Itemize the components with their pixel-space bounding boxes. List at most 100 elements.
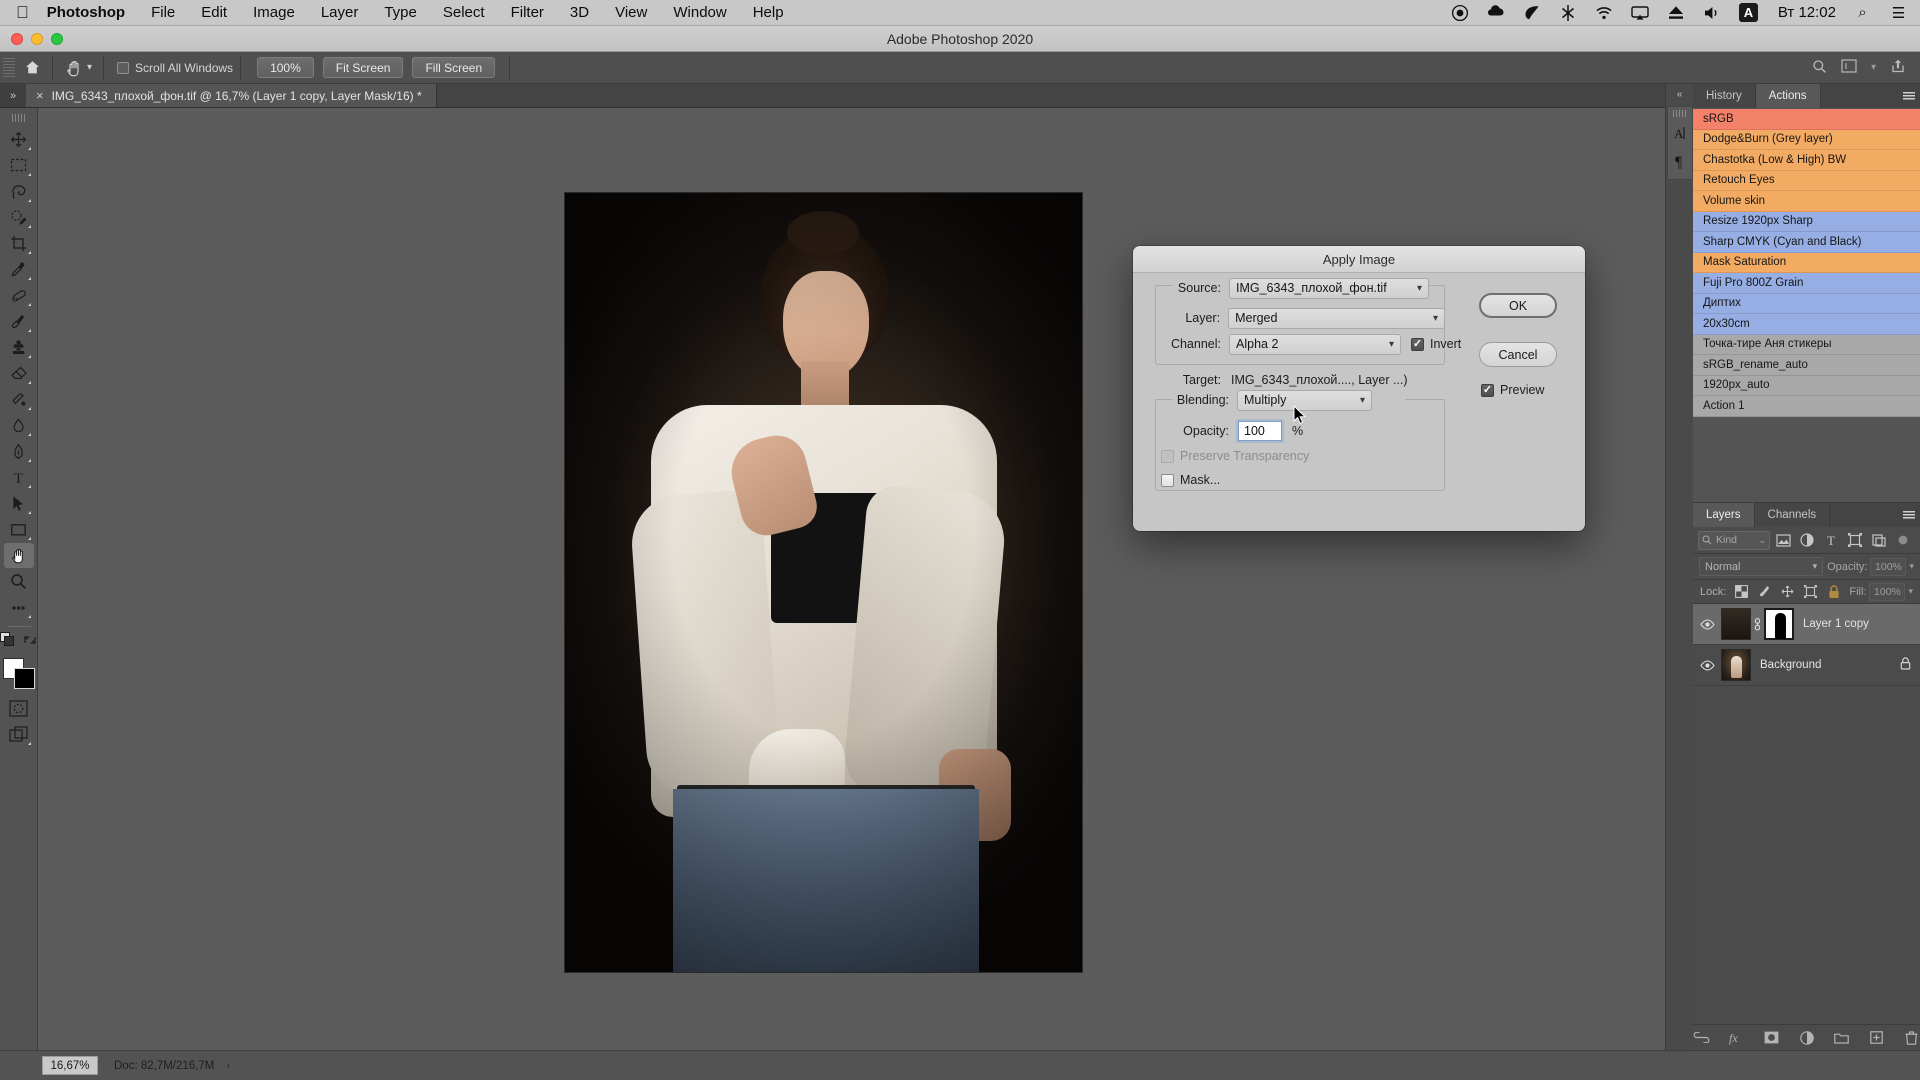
workspace-icon[interactable] bbox=[1841, 59, 1857, 76]
healing-brush-tool[interactable] bbox=[4, 283, 34, 308]
options-bar-grip[interactable] bbox=[3, 56, 15, 79]
link-layers-icon[interactable] bbox=[1693, 1029, 1710, 1047]
document-image[interactable] bbox=[565, 193, 1082, 972]
zoom-button-100[interactable]: 100% bbox=[257, 57, 314, 78]
lock-transparent-pixels-icon[interactable] bbox=[1734, 585, 1749, 598]
quick-selection-tool[interactable] bbox=[4, 205, 34, 230]
screen-record-icon[interactable] bbox=[1451, 3, 1470, 22]
layer-row[interactable]: Background bbox=[1693, 645, 1920, 686]
tab-channels[interactable]: Channels bbox=[1754, 503, 1831, 527]
eject-icon[interactable] bbox=[1667, 3, 1686, 22]
background-color-swatch[interactable] bbox=[13, 668, 35, 689]
layer-row[interactable]: Layer 1 copy bbox=[1693, 604, 1920, 645]
filter-smart-object-icon[interactable] bbox=[1868, 530, 1890, 550]
layer-visibility-icon[interactable] bbox=[1693, 618, 1721, 630]
link-mask-icon[interactable] bbox=[1751, 617, 1764, 631]
action-item[interactable]: Dodge&Burn (Grey layer) bbox=[1693, 129, 1920, 150]
preview-checkbox[interactable]: Preview bbox=[1481, 383, 1544, 397]
layer-visibility-icon[interactable] bbox=[1693, 659, 1721, 671]
expand-panels-icon[interactable]: « bbox=[1677, 84, 1683, 106]
filter-toggle-icon[interactable] bbox=[1892, 530, 1914, 550]
menu-item-layer[interactable]: Layer bbox=[321, 4, 359, 21]
menu-item-3d[interactable]: 3D bbox=[570, 4, 589, 21]
cancel-button[interactable]: Cancel bbox=[1479, 342, 1557, 367]
control-center-icon[interactable]: ☰ bbox=[1889, 3, 1908, 22]
panel-grip[interactable] bbox=[1672, 110, 1687, 117]
wifi-icon[interactable] bbox=[1595, 3, 1614, 22]
character-panel-icon[interactable]: A bbox=[1668, 119, 1692, 147]
collapse-panels-icon[interactable]: » bbox=[0, 84, 26, 107]
path-selection-tool[interactable] bbox=[4, 491, 34, 516]
status-menu-arrow-icon[interactable]: › bbox=[226, 1060, 230, 1072]
crop-tool[interactable] bbox=[4, 231, 34, 256]
paragraph-panel-icon[interactable]: ¶ bbox=[1668, 147, 1692, 175]
action-item[interactable]: Fuji Pro 800Z Grain bbox=[1693, 273, 1920, 294]
action-item[interactable]: Resize 1920px Sharp bbox=[1693, 211, 1920, 232]
menu-item-help[interactable]: Help bbox=[753, 4, 784, 21]
airplay-icon[interactable] bbox=[1631, 3, 1650, 22]
mask-checkbox[interactable]: Mask... bbox=[1161, 473, 1220, 487]
clone-stamp-tool[interactable] bbox=[4, 335, 34, 360]
channel-select[interactable]: Alpha 2 ▾ bbox=[1229, 333, 1401, 355]
action-item[interactable]: Retouch Eyes bbox=[1693, 170, 1920, 191]
pen-tool[interactable] bbox=[4, 439, 34, 464]
layer-select[interactable]: Merged ▾ bbox=[1228, 307, 1445, 329]
action-item[interactable]: Chastotka (Low & High) BW bbox=[1693, 150, 1920, 171]
chevron-down-icon[interactable]: ▾ bbox=[1871, 62, 1876, 73]
panel-menu-icon[interactable] bbox=[1898, 84, 1920, 108]
lasso-tool[interactable] bbox=[4, 179, 34, 204]
menu-item-select[interactable]: Select bbox=[443, 4, 485, 21]
search-icon[interactable] bbox=[1812, 59, 1827, 77]
zoom-button-fit-screen[interactable]: Fit Screen bbox=[322, 57, 404, 78]
rectangle-tool[interactable] bbox=[4, 517, 34, 542]
layer-list[interactable]: Layer 1 copy Background bbox=[1693, 604, 1920, 1024]
rectangular-marquee-tool[interactable] bbox=[4, 153, 34, 178]
opacity-input[interactable]: 100 bbox=[1238, 421, 1282, 441]
blur-tool[interactable] bbox=[4, 413, 34, 438]
color-swatches[interactable] bbox=[2, 658, 36, 690]
action-item[interactable]: Action 1 bbox=[1693, 396, 1920, 417]
action-item[interactable]: Точка-тире Аня стикеры bbox=[1693, 334, 1920, 355]
invert-checkbox[interactable]: Invert bbox=[1411, 337, 1461, 351]
action-item[interactable]: sRGB_rename_auto bbox=[1693, 355, 1920, 376]
fill-value[interactable]: 100% bbox=[1869, 582, 1906, 601]
filter-shape-icon[interactable] bbox=[1844, 530, 1866, 550]
spotlight-search-icon[interactable]: ⌕ bbox=[1853, 3, 1872, 22]
creative-cloud-icon[interactable] bbox=[1487, 3, 1506, 22]
actions-list[interactable]: sRGB Dodge&Burn (Grey layer) Chastotka (Lo… bbox=[1693, 108, 1920, 503]
leaf-icon[interactable] bbox=[1523, 3, 1542, 22]
apple-menu-icon[interactable]:  bbox=[16, 4, 29, 21]
bluetooth-mouse-icon[interactable] bbox=[1559, 3, 1578, 22]
action-item[interactable]: 1920px_auto bbox=[1693, 375, 1920, 396]
eraser-tool[interactable] bbox=[4, 361, 34, 386]
brush-tool[interactable] bbox=[4, 309, 34, 334]
new-layer-icon[interactable] bbox=[1868, 1029, 1885, 1047]
menu-item-file[interactable]: File bbox=[151, 4, 175, 21]
lock-image-pixels-icon[interactable] bbox=[1757, 585, 1772, 598]
action-item[interactable]: Volume skin bbox=[1693, 191, 1920, 212]
tab-history[interactable]: History bbox=[1693, 84, 1756, 108]
lock-artboard-icon[interactable] bbox=[1803, 585, 1818, 598]
close-icon[interactable]: × bbox=[36, 88, 44, 103]
filter-pixel-icon[interactable] bbox=[1772, 530, 1794, 550]
opacity-value[interactable]: 100% bbox=[1870, 557, 1907, 576]
source-select[interactable]: IMG_6343_плохой_фон.tif ▾ bbox=[1229, 277, 1429, 299]
document-tab[interactable]: × IMG_6343_плохой_фон.tif @ 16,7% (Layer… bbox=[26, 84, 437, 107]
type-tool[interactable]: T bbox=[4, 465, 34, 490]
quick-mask-color-icon[interactable] bbox=[0, 632, 15, 652]
eyedropper-tool[interactable] bbox=[4, 257, 34, 282]
filter-type-icon[interactable]: T bbox=[1820, 530, 1842, 550]
action-item[interactable]: Mask Saturation bbox=[1693, 252, 1920, 273]
new-adjustment-layer-icon[interactable] bbox=[1798, 1029, 1815, 1047]
edit-toolbar-tool[interactable] bbox=[4, 595, 34, 620]
menu-item-type[interactable]: Type bbox=[384, 4, 417, 21]
zoom-level-field[interactable]: 16,67% bbox=[42, 1056, 98, 1075]
apply-image-dialog[interactable]: Apply Image Source: IMG_6343_плохой_фон.… bbox=[1133, 246, 1585, 531]
layer-fill-control[interactable]: Fill: 100% ▾ bbox=[1849, 582, 1913, 601]
volume-icon[interactable] bbox=[1703, 3, 1722, 22]
menu-item-image[interactable]: Image bbox=[253, 4, 295, 21]
layer-filter-kind-select[interactable]: Kind ⌄ bbox=[1698, 530, 1770, 550]
new-group-icon[interactable] bbox=[1833, 1029, 1850, 1047]
action-item[interactable]: sRGB bbox=[1693, 109, 1920, 130]
filter-adjustment-icon[interactable] bbox=[1796, 530, 1818, 550]
